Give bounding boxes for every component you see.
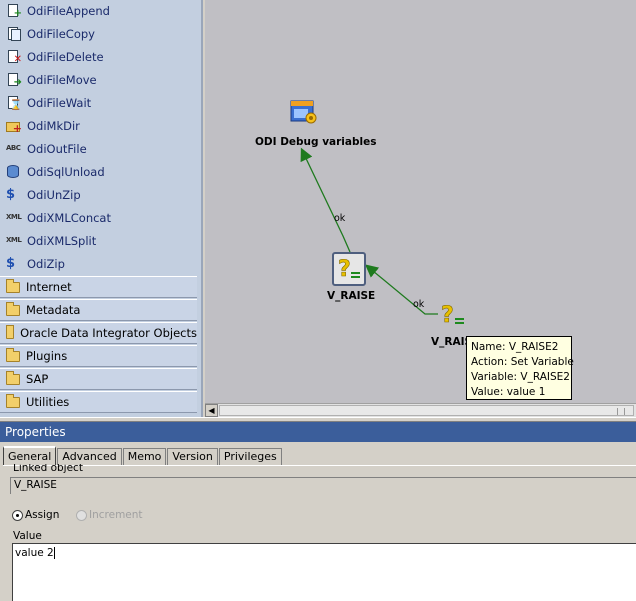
tool-odioutfile[interactable]: ABC OdiOutFile: [6, 139, 87, 159]
node-v-raise[interactable]: ?: [332, 252, 366, 286]
set-variable-icon: ?: [338, 257, 360, 282]
value-text: value 2: [15, 547, 54, 559]
unzip-icon: $: [6, 187, 16, 202]
radio-selected-icon: [12, 509, 23, 521]
folder-metadata[interactable]: Metadata: [0, 299, 197, 321]
folder-plugins[interactable]: Plugins: [0, 345, 197, 367]
tooltip-name: Name: V_RAISE2: [471, 341, 559, 353]
tool-odifilecopy[interactable]: OdiFileCopy: [6, 24, 95, 44]
tool-odizip[interactable]: $ OdiZip: [6, 254, 65, 274]
tool-label: OdiXMLSplit: [27, 234, 97, 248]
folder-icon: [6, 393, 20, 408]
tool-odifileappend[interactable]: + OdiFileAppend: [6, 1, 110, 21]
tool-label: OdiFileAppend: [27, 4, 110, 18]
tool-odixmlconcat[interactable]: XML OdiXMLConcat: [6, 208, 111, 228]
tool-label: OdiMkDir: [27, 119, 80, 133]
node-label: V_RAISE: [327, 290, 376, 302]
tool-odisqlunload[interactable]: OdiSqlUnload: [6, 162, 105, 182]
tool-odifilemove[interactable]: ➜ OdiFileMove: [6, 70, 97, 90]
link-ok-second[interactable]: [364, 264, 438, 315]
svg-text:?: ?: [441, 303, 454, 328]
folder-internet[interactable]: Internet: [0, 276, 197, 298]
folder-icon: [6, 301, 20, 316]
xml-split-icon: XML: [6, 236, 22, 244]
folder-icon: [6, 278, 20, 293]
folder-sap[interactable]: SAP: [0, 368, 197, 390]
scroll-thumb[interactable]: [219, 405, 634, 416]
tooltip-action: Action: Set Variable: [471, 356, 574, 368]
tab-memo[interactable]: Memo: [122, 448, 167, 466]
tooltip-value: Value: value 1: [471, 386, 546, 398]
tool-label: OdiZip: [27, 257, 65, 271]
increment-label: Increment: [89, 509, 143, 521]
tab-version[interactable]: Version: [167, 448, 218, 466]
folder-label: Plugins: [26, 349, 68, 363]
tool-odixmlsplit[interactable]: XML OdiXMLSplit: [6, 231, 96, 251]
tool-label: OdiFileCopy: [27, 27, 95, 41]
tab-general[interactable]: General: [3, 446, 57, 466]
tool-odifiledelete[interactable]: ✕ OdiFileDelete: [6, 47, 104, 67]
folder-odi-objects[interactable]: Oracle Data Integrator Objects: [0, 322, 197, 344]
link-ok-first[interactable]: [300, 147, 351, 253]
zip-icon: $: [6, 256, 16, 271]
tool-odimkdir[interactable]: + OdiMkDir: [6, 116, 80, 136]
value-label: Value: [13, 530, 42, 542]
toolbox-palette: + OdiFileAppend OdiFileCopy ✕ OdiFileDel…: [0, 0, 203, 418]
file-copy-icon: [6, 26, 22, 42]
scroll-left-icon[interactable]: ◀: [205, 404, 218, 417]
folder-label: SAP: [26, 372, 49, 386]
linked-object-label: Linked object: [13, 464, 83, 474]
value-textarea[interactable]: value 2: [12, 543, 636, 601]
tooltip-variable: Variable: V_RAISE2: [471, 371, 570, 383]
canvas-horizontal-scrollbar[interactable]: ◀: [205, 403, 636, 417]
xml-concat-icon: XML: [6, 213, 22, 221]
linked-object-field[interactable]: V_RAISE: [10, 477, 636, 494]
out-file-icon: ABC: [6, 144, 21, 152]
node-v-raise2[interactable]: ?: [438, 300, 472, 330]
file-move-icon: ➜: [6, 72, 22, 88]
assign-radio[interactable]: Assign: [12, 509, 59, 521]
tool-label: OdiOutFile: [27, 142, 87, 156]
tool-label: OdiXMLConcat: [27, 211, 111, 225]
tab-privileges[interactable]: Privileges: [218, 448, 282, 466]
tool-odiunzip[interactable]: $ OdiUnZip: [6, 185, 81, 205]
folder-icon: [6, 370, 20, 385]
folder-label: Utilities: [26, 395, 70, 409]
file-wait-icon: ⌛: [6, 95, 22, 111]
properties-tabs: General Advanced Memo Version Privileges: [3, 446, 283, 466]
tool-label: OdiFileWait: [27, 96, 92, 110]
folder-label: Internet: [26, 280, 72, 294]
folder-utilities[interactable]: Utilities: [0, 391, 197, 413]
text-caret: [53, 547, 55, 559]
set-variable-icon: ?: [441, 303, 464, 328]
svg-text:?: ?: [338, 257, 351, 282]
link-label: ok: [413, 299, 425, 310]
tool-label: OdiFileDelete: [27, 50, 104, 64]
increment-radio[interactable]: Increment: [76, 509, 143, 521]
procedure-gear-icon: [290, 100, 317, 124]
grip-icon: [617, 408, 625, 415]
tool-odifilewait[interactable]: ⌛ OdiFileWait: [6, 93, 91, 113]
file-append-icon: +: [6, 3, 22, 19]
folder-label: Metadata: [26, 303, 81, 317]
tool-label: OdiSqlUnload: [27, 165, 105, 179]
node-tooltip: Name: V_RAISE2 Action: Set Variable Vari…: [466, 336, 574, 400]
assign-label: Assign: [25, 509, 60, 521]
node-label: ODI Debug variables: [255, 136, 377, 148]
link-label: ok: [334, 213, 346, 224]
folder-icon: [6, 324, 15, 339]
properties-title: Properties: [0, 422, 636, 442]
folder-icon: [6, 347, 20, 362]
node-odi-debug-variables[interactable]: [290, 98, 318, 126]
folder-label: Oracle Data Integrator Objects: [20, 326, 197, 340]
radio-unselected-icon: [76, 509, 87, 521]
tool-label: OdiFileMove: [27, 73, 97, 87]
sql-unload-icon: [6, 164, 22, 180]
mkdir-icon: +: [6, 118, 22, 134]
tool-label: OdiUnZip: [27, 188, 81, 202]
file-delete-icon: ✕: [6, 49, 22, 65]
